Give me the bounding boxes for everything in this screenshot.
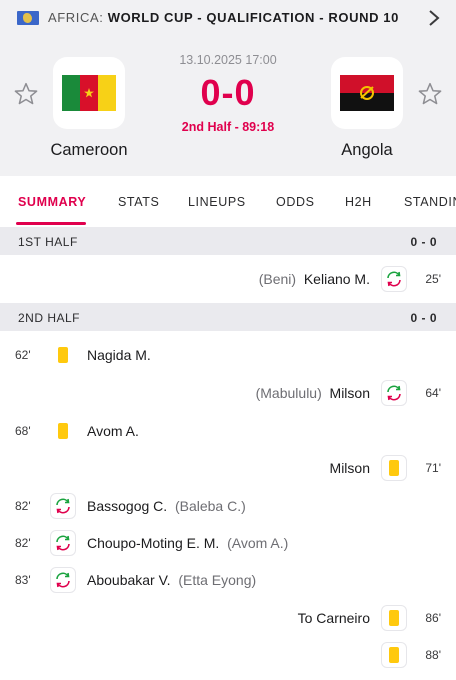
section-header-1st-half: 1ST HALF 0 - 0 [0, 227, 456, 255]
league-bar[interactable]: AFRICA: WORLD CUP - QUALIFICATION - ROUN… [0, 0, 456, 36]
league-title: AFRICA: WORLD CUP - QUALIFICATION - ROUN… [48, 10, 399, 25]
yellow-card-icon [381, 642, 407, 668]
event-minute: 62' [15, 348, 31, 362]
section-score: 0 - 0 [410, 311, 437, 325]
event-text: (Mabululu) Milson [256, 385, 370, 401]
yellow-card-icon [381, 455, 407, 481]
substitution-icon [50, 493, 76, 519]
event-minute: 82' [15, 536, 31, 550]
star-outline-icon[interactable] [417, 81, 443, 107]
event-detail: (Beni) [258, 271, 297, 287]
event-row[interactable]: (Mabululu) Milson 64' [0, 375, 456, 412]
substitution-icon [381, 266, 407, 292]
away-team-name[interactable]: Angola [302, 141, 432, 160]
event-player: Nagida M. [87, 347, 151, 363]
event-row[interactable]: 82' Bassogog C. (Baleba C.) [0, 488, 456, 525]
away-team-logo[interactable] [331, 57, 403, 129]
home-team-name[interactable]: Cameroon [24, 141, 154, 160]
event-row[interactable]: (Beni) Keliano M. 25' [0, 261, 456, 298]
event-player: Aboubakar V. [87, 572, 171, 588]
event-minute: 64' [425, 386, 441, 400]
match-tabs: SUMMARY STATS LINEUPS ODDS H2H STANDINGS [0, 176, 456, 226]
event-player: Bassogog C. [87, 498, 168, 514]
event-player: Milson [329, 460, 370, 476]
section-header-2nd-half: 2ND HALF 0 - 0 [0, 303, 456, 331]
event-player: Choupo-Moting E. M. [87, 535, 220, 551]
event-minute: 83' [15, 573, 31, 587]
substitution-icon [50, 530, 76, 556]
yellow-card-icon [50, 342, 76, 368]
tab-stats[interactable]: STATS [118, 195, 159, 209]
event-row[interactable]: 82' Choupo-Moting E. M. (Avom A.) [0, 525, 456, 562]
tab-summary[interactable]: SUMMARY [18, 195, 86, 209]
league-country: AFRICA: [48, 10, 104, 25]
event-detail: (Mabululu) [255, 385, 322, 401]
event-text: Aboubakar V. (Etta Eyong) [87, 572, 256, 588]
event-detail: (Baleba C.) [174, 498, 246, 514]
event-minute: 82' [15, 499, 31, 513]
tab-standings[interactable]: STANDINGS [404, 195, 456, 209]
substitution-icon [50, 567, 76, 593]
tab-lineups[interactable]: LINEUPS [188, 195, 246, 209]
angola-flag-icon [340, 75, 394, 111]
event-row[interactable]: 62' Nagida M. [0, 337, 456, 374]
event-text: (Beni) Keliano M. [259, 271, 370, 287]
yellow-card-icon [381, 605, 407, 631]
event-text: Bassogog C. (Baleba C.) [87, 498, 246, 514]
event-minute: 68' [15, 424, 31, 438]
section-label: 2ND HALF [18, 311, 81, 325]
event-minute: 71' [425, 461, 441, 475]
league-competition: WORLD CUP - QUALIFICATION - ROUND 10 [107, 10, 399, 25]
event-row[interactable]: 68' Avom A. [0, 413, 456, 450]
event-detail: (Avom A.) [227, 535, 289, 551]
event-player: Keliano M. [303, 271, 370, 287]
substitution-icon [381, 380, 407, 406]
event-detail: (Etta Eyong) [178, 572, 257, 588]
event-player: Avom A. [87, 423, 139, 439]
event-row[interactable]: To Carneiro 86' [0, 600, 456, 637]
event-player: Milson [329, 385, 370, 401]
tab-h2h[interactable]: H2H [345, 195, 372, 209]
tab-odds[interactable]: ODDS [276, 195, 315, 209]
event-minute: 25' [425, 272, 441, 286]
yellow-card-icon [50, 418, 76, 444]
event-minute: 86' [425, 611, 441, 625]
event-row[interactable]: Milson 71' [0, 450, 456, 487]
event-player: To Carneiro [297, 610, 370, 626]
active-tab-indicator [16, 222, 86, 225]
section-score: 0 - 0 [410, 235, 437, 249]
event-text: Choupo-Moting E. M. (Avom A.) [87, 535, 288, 551]
match-header: 13.10.2025 17:00 0-0 2nd Half - 89:18 Ca… [0, 36, 456, 176]
chevron-right-icon[interactable] [428, 9, 440, 27]
event-row[interactable]: 83' Aboubakar V. (Etta Eyong) [0, 562, 456, 599]
event-row[interactable]: 88' [0, 637, 456, 674]
event-minute: 88' [425, 648, 441, 662]
section-label: 1ST HALF [18, 235, 78, 249]
africa-flag-icon [17, 11, 39, 25]
